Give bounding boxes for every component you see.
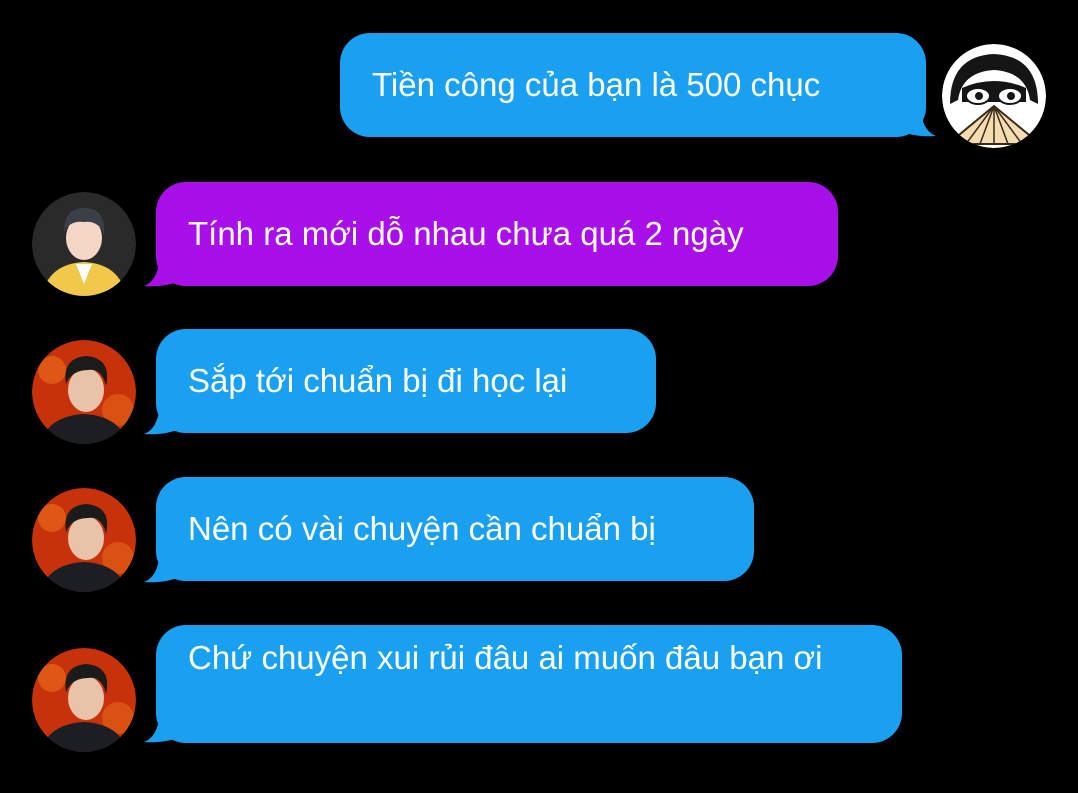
boy-yellow-jacket-avatar-icon[interactable] bbox=[32, 192, 136, 296]
message-text: Tiền công của bạn là 500 chục bbox=[372, 66, 821, 103]
fan-girl-cartoon-avatar-icon[interactable] bbox=[942, 44, 1046, 148]
message-text: Nên có vài chuyện cần chuẩn bị bbox=[188, 510, 656, 547]
message-text: Sắp tới chuẩn bị đi học lại bbox=[188, 362, 568, 399]
chat-thread: Tiền công của bạn là 500 chục Tính ra mớ… bbox=[0, 0, 1078, 793]
message-text: Chứ chuyện xui rủi đâu ai muốn đâu bạn ơ… bbox=[188, 639, 823, 676]
message-incoming[interactable]: Tính ra mới dỗ nhau chưa quá 2 ngày bbox=[0, 170, 1078, 310]
message-incoming[interactable]: Sắp tới chuẩn bị đi học lại bbox=[0, 318, 1078, 458]
message-bubble[interactable]: Nên có vài chuyện cần chuẩn bị bbox=[156, 477, 754, 581]
message-incoming[interactable]: Chứ chuyện xui rủi đâu ai muốn đâu bạn ơ… bbox=[0, 614, 1078, 784]
message-bubble[interactable]: Tiền công của bạn là 500 chục bbox=[340, 33, 926, 137]
message-outgoing[interactable]: Tiền công của bạn là 500 chục bbox=[0, 0, 1078, 160]
boy-red-background-avatar-icon[interactable] bbox=[32, 648, 136, 752]
bubble-tail bbox=[890, 100, 936, 137]
message-bubble[interactable]: Chứ chuyện xui rủi đâu ai muốn đâu bạn ơ… bbox=[156, 625, 902, 743]
message-bubble[interactable]: Sắp tới chuẩn bị đi học lại bbox=[156, 329, 656, 433]
message-incoming[interactable]: Nên có vài chuyện cần chuẩn bị bbox=[0, 466, 1078, 606]
message-bubble[interactable]: Tính ra mới dỗ nhau chưa quá 2 ngày bbox=[156, 182, 838, 286]
boy-red-background-avatar-icon[interactable] bbox=[32, 340, 136, 444]
message-text: Tính ra mới dỗ nhau chưa quá 2 ngày bbox=[188, 215, 744, 252]
boy-red-background-avatar-icon[interactable] bbox=[32, 488, 136, 592]
